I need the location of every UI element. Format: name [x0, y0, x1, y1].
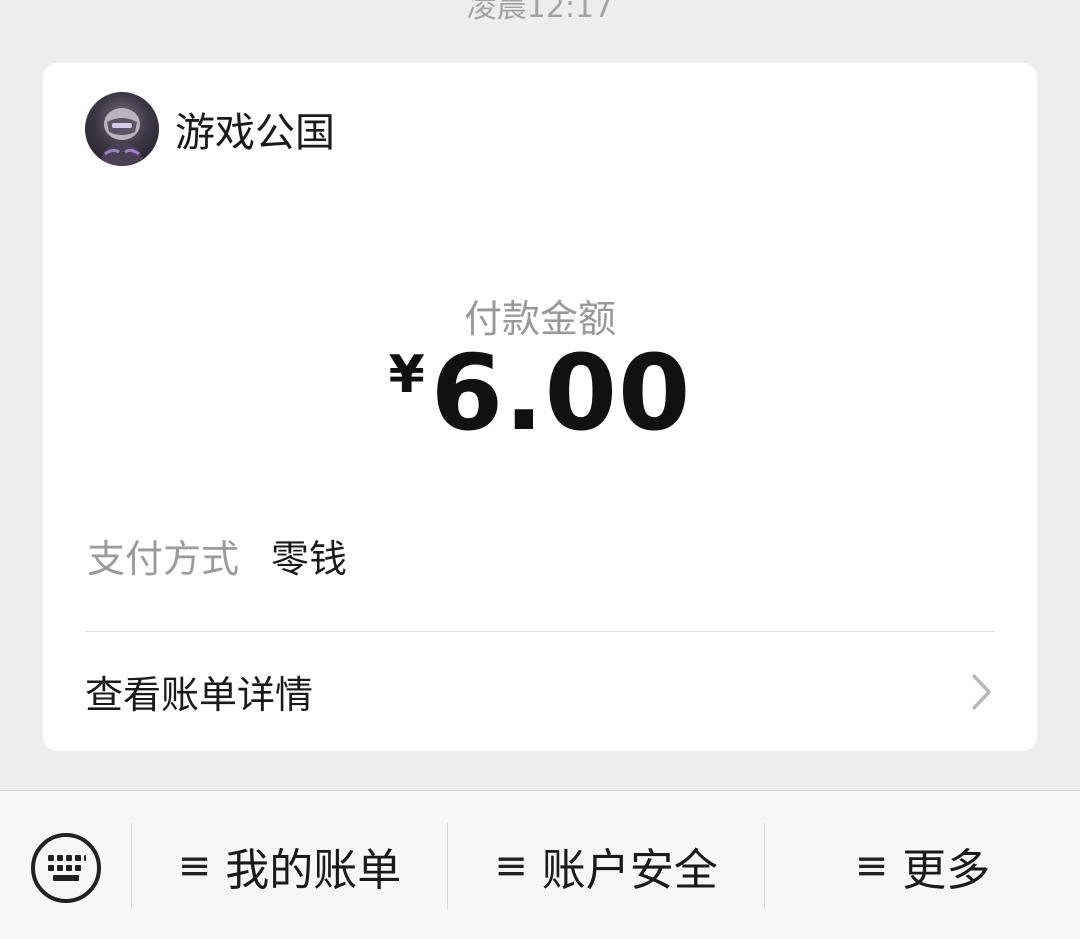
keyboard-icon: [31, 833, 101, 903]
bill-details-label: 查看账单详情: [85, 673, 314, 717]
menu-more[interactable]: ≡ 更多: [765, 823, 1080, 909]
message-timestamp: 凌晨12:17: [466, 0, 614, 25]
chevron-right-icon: [972, 673, 991, 710]
keyboard-toggle-button[interactable]: [29, 831, 103, 905]
menu-lines-icon: ≡: [494, 843, 528, 889]
payment-method-value: 零钱: [271, 537, 348, 581]
payment-amount: 6.00: [430, 332, 692, 454]
menu-label: 更多: [902, 845, 991, 896]
merchant-name[interactable]: 游戏公国: [175, 100, 335, 158]
menu-my-bills[interactable]: ≡ 我的账单: [132, 823, 447, 909]
payment-method-row: 支付方式 零钱: [87, 528, 347, 583]
menu-label: 我的账单: [225, 845, 402, 896]
merchant-header[interactable]: 游戏公国: [85, 92, 335, 166]
view-bill-details-link[interactable]: 查看账单详情: [85, 632, 995, 751]
menu-account-security[interactable]: ≡ 账户安全: [448, 823, 764, 909]
payment-method-label: 支付方式: [87, 537, 240, 581]
amount-display: ¥ 6.00: [43, 333, 1037, 453]
menu-lines-icon: ≡: [854, 843, 889, 889]
bottom-menu-bar: ≡ 我的账单 ≡ 账户安全 ≡ 更多: [0, 790, 1080, 939]
payment-card[interactable]: 游戏公国 付款金额 ¥ 6.00 支付方式 零钱 查看账单详情: [43, 63, 1037, 751]
merchant-avatar[interactable]: [85, 92, 159, 166]
currency-symbol: ¥: [388, 345, 425, 405]
robot-avatar-icon: [99, 108, 145, 166]
menu-label: 账户安全: [541, 845, 718, 896]
menu-lines-icon: ≡: [177, 843, 212, 889]
payment-notification-screen: 凌晨12:17 游戏公国 付款金额 ¥ 6.00 支付方式 零钱 查看账单详情 …: [0, 0, 1080, 939]
